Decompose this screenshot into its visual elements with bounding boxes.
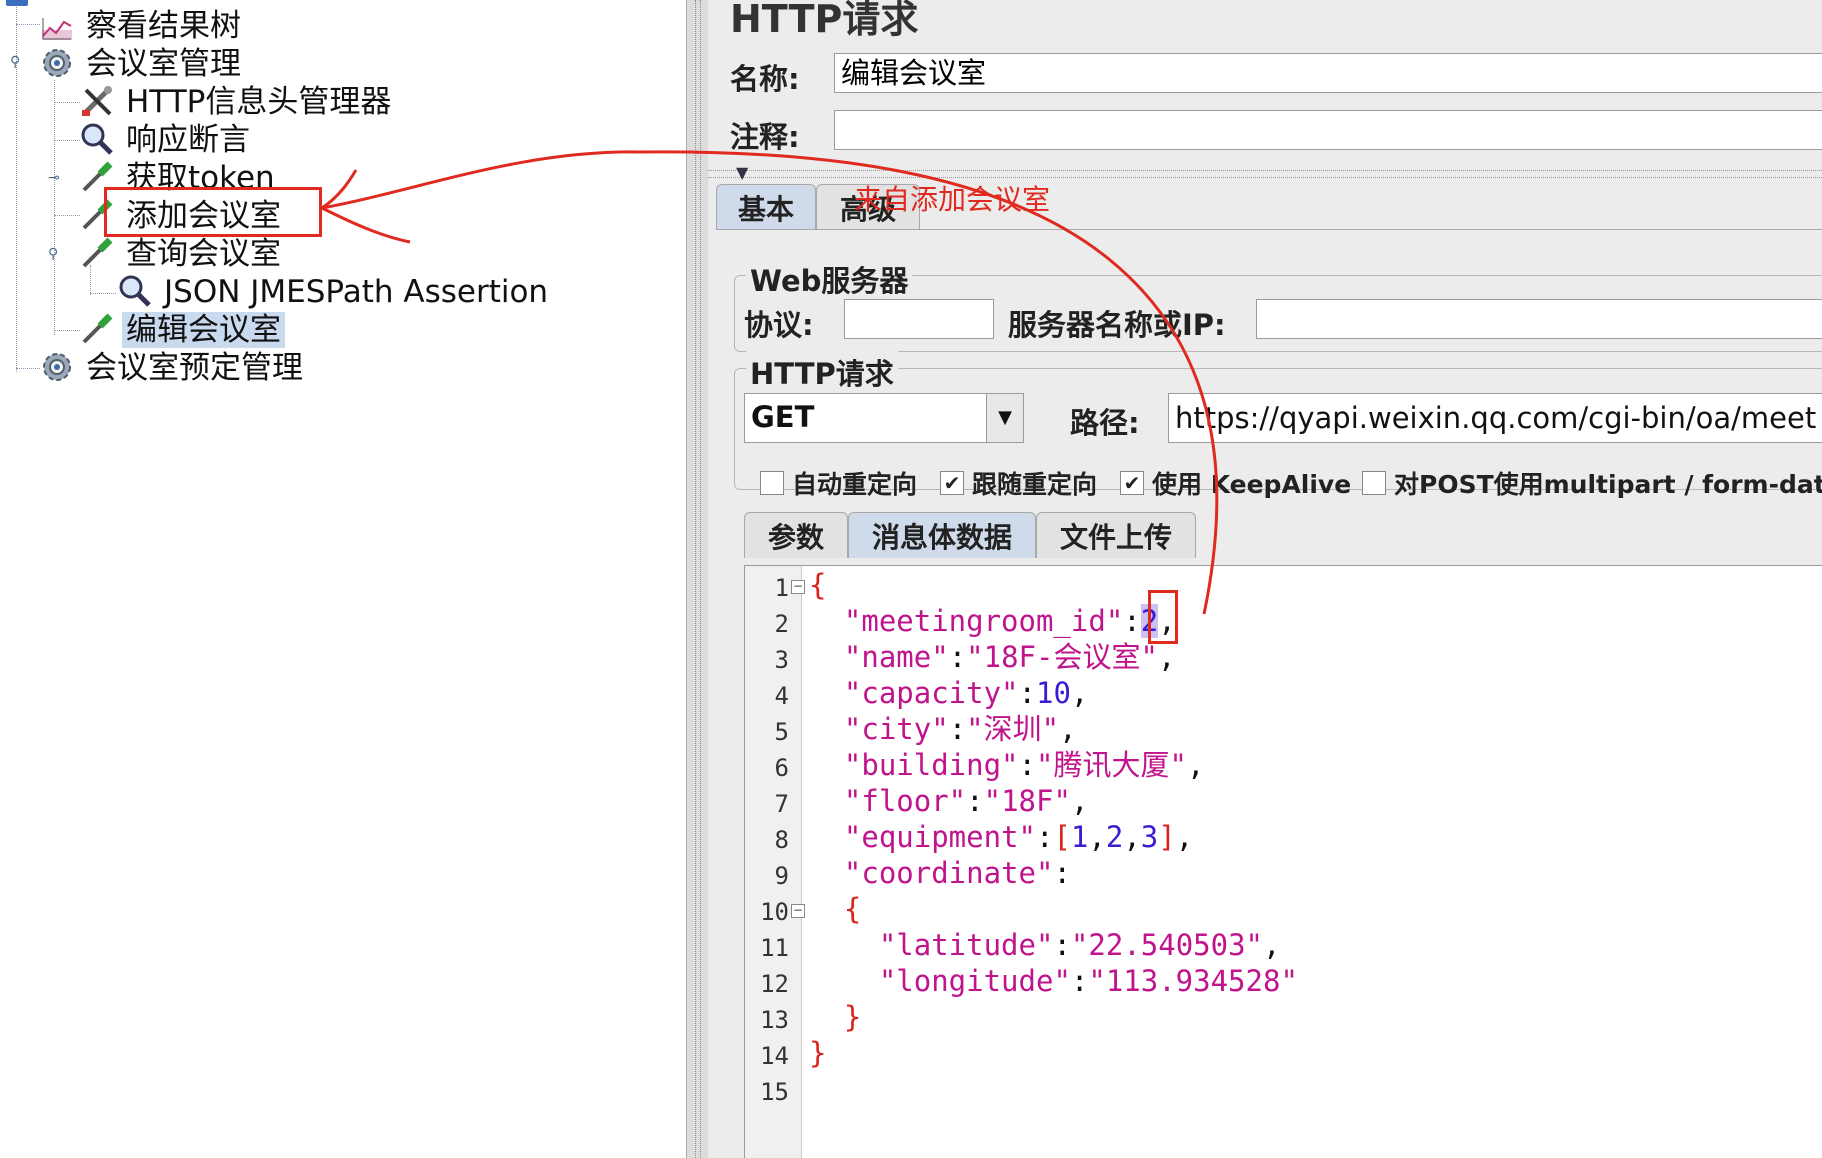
annotation-arrow — [321, 150, 1219, 615]
